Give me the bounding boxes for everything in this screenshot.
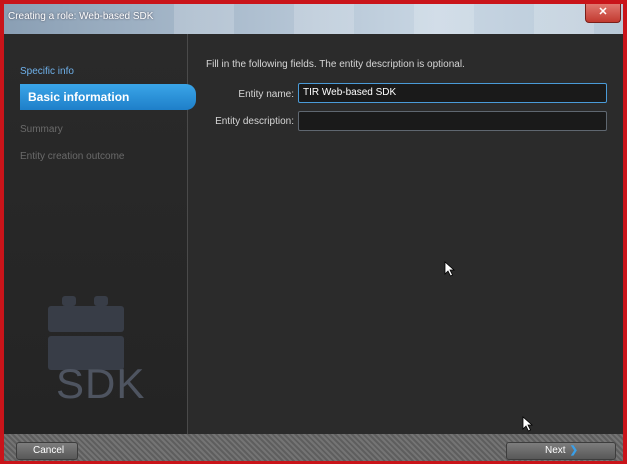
main-content: Fill in the following fields. The entity… <box>188 34 623 434</box>
next-button[interactable]: Next ❯ <box>506 442 616 460</box>
step-entity-creation-outcome: Entity creation outcome <box>20 151 125 162</box>
next-button-label: Next <box>545 445 566 456</box>
wizard-steps-sidebar: Specific info Basic information Summary … <box>4 34 196 434</box>
window-title: Creating a role: Web-based SDK <box>8 11 154 22</box>
entity-name-label: Entity name: <box>238 89 294 100</box>
step-summary: Summary <box>20 124 63 135</box>
wizard-footer: Cancel Next ❯ <box>4 434 623 461</box>
close-button[interactable]: ✕ <box>585 4 621 23</box>
mouse-pointer-icon <box>522 416 534 432</box>
title-bar-decoration <box>174 4 604 34</box>
chevron-right-icon: ❯ <box>569 445 578 456</box>
step-basic-information[interactable]: Basic information <box>20 84 196 110</box>
instructions-text: Fill in the following fields. The entity… <box>206 59 465 70</box>
step-specific-info[interactable]: Specific info <box>20 66 203 77</box>
close-icon: ✕ <box>598 6 608 18</box>
cancel-button[interactable]: Cancel <box>16 442 78 460</box>
entity-name-input[interactable]: TIR Web-based SDK <box>298 83 607 103</box>
wizard-window: Creating a role: Web-based SDK ✕ Specifi… <box>4 4 623 461</box>
title-bar[interactable]: Creating a role: Web-based SDK ✕ <box>4 4 623 34</box>
mouse-pointer-icon <box>444 261 456 277</box>
sdk-logo: SDK <box>56 360 146 407</box>
entity-description-label: Entity description: <box>215 116 294 127</box>
entity-description-input[interactable] <box>298 111 607 131</box>
